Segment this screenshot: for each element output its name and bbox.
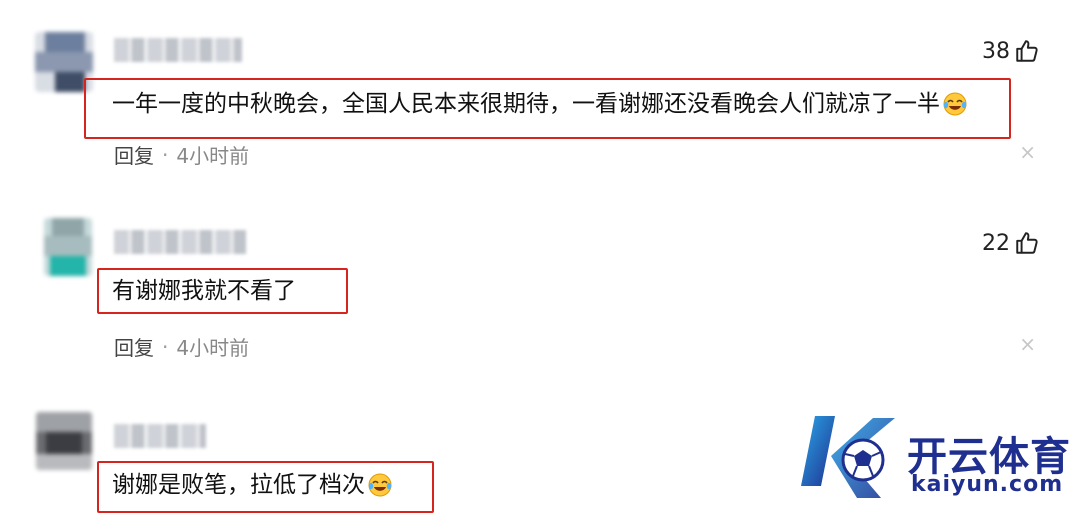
thumbs-up-icon[interactable]: [1014, 230, 1040, 256]
brand-name-en: kaiyun.com: [911, 472, 1064, 497]
avatar[interactable]: [44, 218, 92, 276]
separator-dot: ·: [162, 142, 169, 167]
close-icon[interactable]: ×: [1019, 140, 1036, 164]
highlight-box: [97, 268, 348, 314]
reply-button[interactable]: 回复: [114, 332, 154, 361]
comment-meta: 回复 · 4小时前: [114, 332, 249, 361]
brand-watermark: 开云体育 kaiyun.com: [795, 408, 1080, 513]
kaiyun-logo-icon: [801, 416, 895, 498]
comment-text: 谢娜是败笔，拉低了档次: [112, 470, 393, 500]
highlight-box: [97, 461, 434, 513]
like-count[interactable]: 22: [982, 230, 1040, 256]
avatar[interactable]: [36, 412, 92, 470]
comment-meta: 回复 · 4小时前: [114, 140, 249, 169]
laughing-crying-emoji: [943, 92, 967, 116]
separator-dot: ·: [162, 334, 169, 359]
comment-item: 38 一年一度的中秋晚会，全国人民本来很期待，一看谢娜还没看晚会人们就凉了一半 …: [0, 0, 1080, 190]
timestamp: 4小时前: [176, 336, 250, 360]
reply-button[interactable]: 回复: [114, 140, 154, 169]
thumbs-up-icon[interactable]: [1014, 38, 1040, 64]
like-count[interactable]: 38: [982, 38, 1040, 64]
username-blurred[interactable]: [114, 38, 242, 62]
laughing-crying-emoji: [368, 473, 392, 497]
timestamp: 4小时前: [176, 144, 250, 168]
username-blurred[interactable]: [114, 230, 246, 254]
comment-text: 一年一度的中秋晚会，全国人民本来很期待，一看谢娜还没看晚会人们就凉了一半: [112, 89, 968, 119]
username-blurred[interactable]: [114, 424, 206, 448]
close-icon[interactable]: ×: [1019, 332, 1036, 356]
comment-text: 有谢娜我就不看了: [112, 278, 296, 304]
